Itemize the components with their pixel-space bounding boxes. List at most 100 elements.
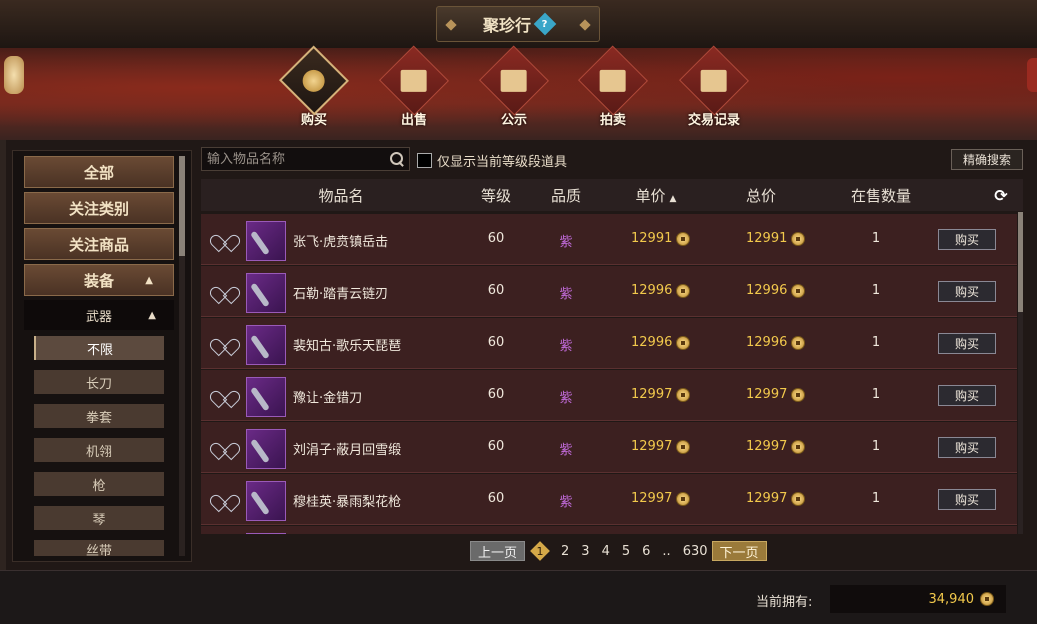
category-followed-types[interactable]: 关注类别 [24, 192, 174, 224]
next-page-button[interactable]: 下一页 [711, 541, 767, 561]
buy-button[interactable]: 购买 [938, 385, 996, 406]
item-level: 60 [487, 231, 505, 246]
heart-icon[interactable] [215, 336, 233, 352]
table-header: 物品名 等级 品质 单价 ▲ 总价 在售数量 ⟳ [201, 179, 1023, 211]
coin-icon [791, 387, 806, 402]
level-filter[interactable]: 仅显示当前等级段道具 [417, 151, 567, 170]
gavel-icon [577, 45, 649, 116]
coin-icon [791, 335, 806, 350]
leaf-mech-feather[interactable]: 机翎 [34, 438, 164, 462]
search-input[interactable] [202, 151, 389, 167]
header-qty[interactable]: 在售数量 [841, 185, 921, 206]
header-price[interactable]: 单价 ▲ [621, 185, 691, 206]
heart-icon[interactable] [215, 440, 233, 456]
leaf-any[interactable]: 不限 [34, 336, 164, 360]
subcategory-weapons[interactable]: 武器 ▲ [24, 300, 174, 330]
table-row[interactable]: 张飞·虎贲镇岳击 60 紫 12991 12991 1 购买 [201, 214, 1017, 265]
refresh-icon[interactable]: ⟳ [991, 186, 1011, 205]
category-followed-items[interactable]: 关注商品 [24, 228, 174, 260]
scroll-thumb[interactable] [179, 156, 185, 256]
page-link[interactable]: 4 [602, 544, 610, 559]
tab-history[interactable]: 交易记录 [674, 45, 754, 128]
table-row[interactable]: 穆桂英·暴雨梨花枪 60 紫 12997 12997 1 购买 [201, 474, 1017, 525]
help-icon[interactable]: ? [533, 12, 557, 36]
header-level[interactable]: 等级 [471, 185, 521, 206]
item-thumbnail[interactable] [246, 481, 286, 521]
category-label: 关注商品 [68, 235, 129, 254]
total-value: 12997 [746, 491, 788, 506]
page-current[interactable]: 1 [530, 541, 550, 561]
item-name: 张飞·虎贲镇岳击 [293, 235, 389, 250]
header-total[interactable]: 总价 [731, 185, 791, 206]
item-price: 12997 [631, 387, 691, 402]
scroll-thumb[interactable] [1018, 212, 1023, 312]
table-row[interactable] [201, 526, 1017, 534]
category-label: 装备 [83, 271, 114, 290]
header-quality[interactable]: 品质 [541, 185, 591, 206]
buy-button[interactable]: 购买 [938, 437, 996, 458]
tab-buy[interactable]: 购买 [274, 45, 354, 128]
heart-icon[interactable] [215, 388, 233, 404]
leaf-gauntlet[interactable]: 拳套 [34, 404, 164, 428]
subcategory-label: 武器 [85, 309, 112, 325]
heart-icon[interactable] [215, 492, 233, 508]
buy-button[interactable]: 购买 [938, 281, 996, 302]
item-qty: 1 [871, 283, 881, 298]
leaf-long-blade[interactable]: 长刀 [34, 370, 164, 394]
precise-search-button[interactable]: 精确搜索 [951, 149, 1023, 170]
table-scrollbar[interactable] [1018, 212, 1023, 534]
item-name: 石勒·踏青云链刃 [293, 287, 389, 302]
leaf-label: 机翎 [85, 444, 112, 460]
leaf-label: 不限 [86, 342, 113, 358]
tab-auction[interactable]: 拍卖 [573, 45, 653, 128]
category-equipment[interactable]: 装备 ▲ [24, 264, 174, 296]
title-plate: 聚珍行 ? [436, 6, 600, 42]
item-thumbnail[interactable] [246, 325, 286, 365]
tab-sell[interactable]: 出售 [374, 45, 454, 128]
item-thumbnail[interactable] [246, 377, 286, 417]
prev-page-button[interactable]: 上一页 [470, 541, 526, 561]
table-row[interactable]: 裴知古·歌乐天琵琶 60 紫 12996 12996 1 购买 [201, 318, 1017, 369]
top-bar: 聚珍行 ? [0, 0, 1037, 48]
heart-icon[interactable] [215, 232, 233, 248]
heart-icon[interactable] [215, 284, 233, 300]
balance-value: 34,940 [928, 591, 975, 607]
buy-button[interactable]: 购买 [938, 229, 996, 250]
buy-button[interactable]: 购买 [938, 489, 996, 510]
item-total: 12996 [746, 283, 806, 298]
header-name[interactable]: 物品名 [281, 185, 401, 206]
category-all[interactable]: 全部 [24, 156, 174, 188]
page-link[interactable]: 6 [642, 544, 650, 559]
leaf-spear[interactable]: 枪 [34, 472, 164, 496]
item-quality: 紫 [559, 287, 573, 302]
item-level: 60 [487, 491, 505, 506]
coin-icon [676, 283, 691, 298]
leaf-ribbon[interactable]: 丝带 [34, 540, 164, 556]
item-level: 60 [487, 439, 505, 454]
item-name: 穆桂英·暴雨梨花枪 [293, 495, 402, 510]
page-number: 1 [536, 544, 544, 558]
leaf-zither[interactable]: 琴 [34, 506, 164, 530]
sidebar-scrollbar[interactable] [179, 156, 185, 556]
page-link-last[interactable]: 630 [683, 544, 708, 559]
table-row[interactable]: 刘涓子·蔽月回雪缎 60 紫 12997 12997 1 购买 [201, 422, 1017, 473]
item-thumbnail[interactable] [246, 429, 286, 469]
item-thumbnail[interactable] [246, 273, 286, 313]
page-link[interactable]: 2 [561, 544, 569, 559]
search-icon[interactable] [389, 151, 405, 167]
table-row[interactable]: 石勒·踏青云链刃 60 紫 12996 12996 1 购买 [201, 266, 1017, 317]
item-price: 12991 [631, 231, 691, 246]
level-filter-checkbox[interactable] [417, 153, 432, 168]
item-total: 12997 [746, 387, 806, 402]
frame-border [0, 140, 6, 570]
leaf-label: 琴 [92, 512, 106, 528]
item-thumbnail[interactable] [246, 221, 286, 261]
page-link[interactable]: 3 [581, 544, 589, 559]
buy-button[interactable]: 购买 [938, 333, 996, 354]
page-link[interactable]: 5 [622, 544, 630, 559]
tab-notice[interactable]: 公示 [474, 45, 554, 128]
item-thumbnail[interactable] [246, 533, 286, 534]
window-title: 聚珍行 [482, 16, 531, 35]
level-filter-label: 仅显示当前等级段道具 [437, 155, 568, 170]
table-row[interactable]: 豫让·金错刀 60 紫 12997 12997 1 购买 [201, 370, 1017, 421]
